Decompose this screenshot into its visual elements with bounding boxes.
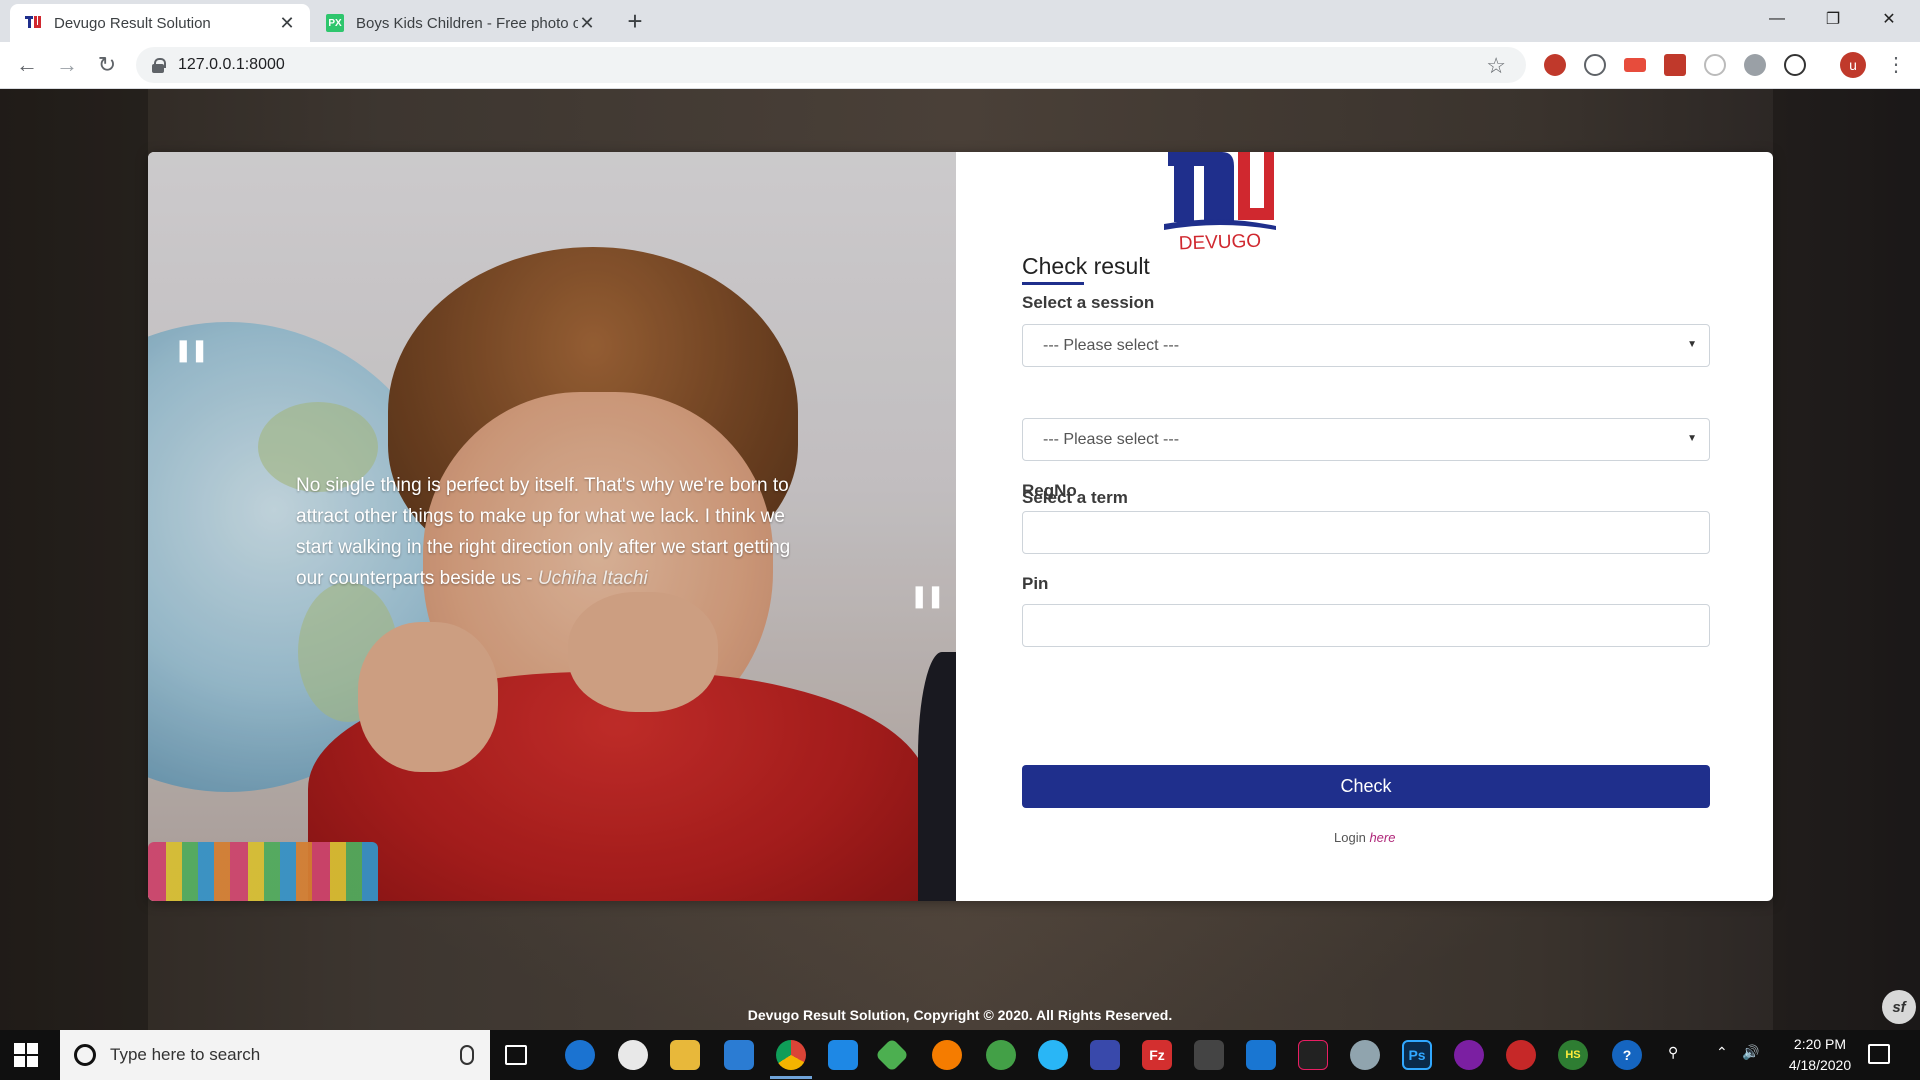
hero-photo: ❚❚ No single thing is perfect by itself.… [148,152,956,901]
quote-close-icon: ❚❚ [910,584,945,609]
clock-date: 4/18/2020 [1788,1057,1852,1073]
extension-icon[interactable] [1784,54,1806,76]
chevron-down-icon: ▼ [1687,433,1697,444]
close-window-icon[interactable]: ✕ [1866,0,1912,38]
footer-copyright: Devugo Result Solution, Copyright © 2020… [747,1007,1173,1023]
devugo-logo-icon [24,14,42,32]
sf-badge-icon[interactable]: sf [1882,990,1916,1024]
pin-label: Pin [1022,574,1049,593]
chrome-icon[interactable] [776,1040,806,1070]
extension-icon[interactable] [1624,58,1646,72]
help-icon[interactable]: ? [1612,1040,1642,1070]
windows-taskbar: Type here to search Fz Ps HS ? ⚲ ⌃ 🔊 2:2… [0,1030,1920,1080]
app-icon[interactable] [1194,1040,1224,1070]
restore-icon[interactable]: ❐ [1810,0,1856,38]
logo-text: DEVUGO [1178,231,1261,254]
microphone-icon[interactable] [460,1045,474,1065]
login-line: Login here [1334,830,1395,845]
bookmark-star-icon[interactable]: ☆ [1486,53,1506,79]
background-bookshelf [1773,89,1920,1030]
task-view-icon[interactable] [505,1045,527,1065]
tab-title: Boys Kids Children - Free photo o [356,14,578,32]
regno-input[interactable] [1022,511,1710,554]
lock-icon [152,58,166,73]
git-icon[interactable] [875,1038,909,1072]
extension-icon[interactable] [1744,54,1766,76]
active-app-indicator [770,1076,812,1079]
browser-toolbar: ← → ↻ 127.0.0.1:8000 ☆ u ⋮ [0,42,1920,89]
hubstaff-icon[interactable]: HS [1558,1040,1588,1070]
windows-start-icon[interactable] [14,1043,38,1067]
regno-label: RegNo [1022,481,1077,500]
clock-time: 2:20 PM [1793,1036,1847,1052]
close-icon[interactable]: ✕ [578,13,596,34]
term-select-value: --- Please select --- [1043,430,1180,448]
login-prefix: Login [1334,830,1366,845]
postman-icon[interactable] [932,1040,962,1070]
reload-icon[interactable]: ↻ [92,50,122,80]
itunes-icon[interactable] [618,1040,648,1070]
quote-text: No single thing is perfect by itself. Th… [296,470,816,594]
taskbar-clock[interactable]: 2:20 PM 4/18/2020 [1770,1034,1870,1076]
recorder-icon[interactable] [1246,1040,1276,1070]
address-bar[interactable]: 127.0.0.1:8000 ☆ [136,47,1526,83]
devugo-logo-icon: DEVUGO [1164,152,1276,254]
maps-icon[interactable] [986,1040,1016,1070]
people-icon[interactable]: ⚲ [1668,1044,1678,1061]
vscode-icon[interactable] [828,1040,858,1070]
notifications-icon[interactable] [1868,1044,1890,1064]
form-title: Check result [1022,253,1150,279]
pin-input[interactable] [1022,604,1710,647]
profile-avatar[interactable]: u [1840,52,1866,78]
filezilla-icon[interactable]: Fz [1142,1040,1172,1070]
mail-icon[interactable] [724,1040,754,1070]
extension-icon[interactable] [1584,54,1606,76]
creative-cloud-icon[interactable] [1506,1040,1536,1070]
tab-bar: Devugo Result Solution ✕ PX Boys Kids Ch… [0,0,1920,42]
session-select[interactable]: --- Please select --- ▼ [1022,324,1710,367]
title-underline [1022,282,1084,285]
edge-icon[interactable] [565,1040,595,1070]
menu-kebab-icon[interactable]: ⋮ [1886,52,1906,77]
minimize-icon[interactable]: — [1754,0,1800,38]
quote-separator: - [520,568,538,589]
page-background: ❚❚ No single thing is perfect by itself.… [0,89,1920,1030]
chevron-up-icon[interactable]: ⌃ [1716,1044,1728,1061]
close-icon[interactable]: ✕ [278,13,296,34]
tab-title: Devugo Result Solution [54,14,211,32]
podcast-icon[interactable] [1454,1040,1484,1070]
background-bookshelf [0,89,148,1030]
extension-icon[interactable] [1664,54,1686,76]
new-tab-icon[interactable]: + [620,7,650,37]
extension-icon[interactable] [1544,54,1566,76]
devugo-logo: DEVUGO [1160,144,1280,254]
figma-icon[interactable] [1298,1040,1328,1070]
cortana-icon [74,1044,96,1066]
taskbar-search[interactable]: Type here to search [60,1030,490,1080]
forward-icon[interactable]: → [52,50,82,80]
extension-icon[interactable] [1704,54,1726,76]
tab-devugo[interactable]: Devugo Result Solution ✕ [10,4,310,42]
search-placeholder: Type here to search [110,1045,261,1064]
app-icon[interactable] [1038,1040,1068,1070]
pixabay-px-icon: PX [326,14,344,32]
session-label: Select a session [1022,293,1155,312]
quote-author: Uchiha Itachi [537,568,648,589]
network-icon[interactable] [1090,1040,1120,1070]
file-explorer-icon[interactable] [670,1040,700,1070]
session-select-value: --- Please select --- [1043,336,1180,354]
chevron-down-icon: ▼ [1687,339,1697,350]
photoshop-icon[interactable]: Ps [1402,1040,1432,1070]
url-text: 127.0.0.1:8000 [178,56,285,73]
volume-icon[interactable]: 🔊 [1742,1044,1759,1061]
login-link[interactable]: here [1369,830,1395,845]
quote-open-icon: ❚❚ [174,338,209,363]
tab-pixabay[interactable]: PX Boys Kids Children - Free photo o ✕ [312,4,610,42]
paint-icon[interactable] [1350,1040,1380,1070]
back-icon[interactable]: ← [12,50,42,80]
check-button[interactable]: Check [1022,765,1710,808]
term-select[interactable]: --- Please select --- ▼ [1022,418,1710,461]
